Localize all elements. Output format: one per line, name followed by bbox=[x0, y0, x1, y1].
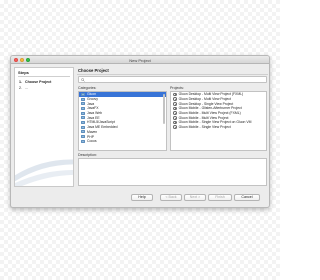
folder-icon bbox=[81, 111, 85, 115]
gluon-project-icon bbox=[173, 125, 177, 129]
folder-icon bbox=[81, 130, 85, 134]
folder-icon bbox=[81, 116, 85, 120]
gluon-project-icon bbox=[173, 115, 177, 120]
finish-button[interactable]: Finish bbox=[208, 194, 232, 201]
search-icon bbox=[81, 78, 85, 82]
project-label: Gluon Desktop - Multi View Project (FXML… bbox=[178, 92, 244, 97]
project-label: Gluon Mobile - Multi View Project bbox=[178, 115, 229, 120]
category-label: Gluon bbox=[87, 92, 97, 97]
gluon-project-icon bbox=[173, 120, 177, 125]
folder-icon bbox=[81, 102, 85, 106]
projects-label: Projects: bbox=[170, 86, 184, 90]
project-label: Gluon Mobile - Single View Project on Gl… bbox=[178, 120, 252, 125]
description-label: Description: bbox=[78, 153, 97, 157]
gluon-project-icon bbox=[173, 97, 177, 101]
step-item: 2. ... bbox=[15, 85, 73, 91]
category-label: JavaFX bbox=[87, 106, 99, 111]
page-title: Choose Project bbox=[78, 68, 109, 73]
search-field[interactable] bbox=[78, 76, 267, 83]
step-label: ... bbox=[25, 85, 28, 90]
project-item[interactable]: Gluon Mobile - Single View Project bbox=[171, 125, 266, 130]
steps-divider bbox=[18, 76, 70, 77]
gluon-project-icon bbox=[173, 92, 177, 97]
folder-icon bbox=[81, 120, 85, 124]
categories-label: Categories: bbox=[78, 86, 97, 90]
back-button[interactable]: < Back bbox=[160, 194, 182, 201]
category-label: Groovy bbox=[87, 97, 98, 102]
category-item-cocos[interactable]: Cocos bbox=[79, 139, 166, 144]
steps-panel: Steps 1. Choose Project 2. ... bbox=[14, 67, 74, 187]
step-label: Choose Project bbox=[25, 79, 52, 84]
category-label: HTML5/JavaScript bbox=[87, 120, 115, 125]
project-label: Gluon Mobile - Multi View Project (FXML) bbox=[178, 111, 241, 116]
steps-heading: Steps bbox=[18, 70, 29, 75]
projects-list[interactable]: Gluon Desktop - Multi View Project (FXML… bbox=[170, 91, 267, 151]
title-divider bbox=[77, 74, 268, 75]
project-label: Gluon Desktop - Single View Project bbox=[178, 101, 234, 106]
category-label: Java Web bbox=[87, 111, 103, 116]
categories-scrollbar[interactable] bbox=[163, 94, 165, 124]
category-label: Cocos bbox=[87, 139, 97, 144]
folder-icon bbox=[81, 106, 85, 110]
project-label: Gluon Desktop - Multi View Project bbox=[178, 97, 231, 102]
category-label: PHP bbox=[87, 134, 94, 139]
title-bar[interactable]: New Project bbox=[11, 56, 269, 64]
gluon-project-icon bbox=[173, 101, 177, 106]
main-panel: Choose Project Categories: Projects: Glu… bbox=[77, 67, 268, 187]
categories-list[interactable]: Gluon Groovy Java JavaFX Java Web Java E… bbox=[78, 91, 167, 151]
category-label: Java ME Embedded bbox=[87, 125, 118, 130]
new-project-dialog: New Project Steps 1. Choose Project 2. .… bbox=[10, 55, 270, 208]
folder-icon bbox=[81, 125, 85, 129]
category-label: Maven bbox=[87, 129, 98, 134]
help-button[interactable]: Help bbox=[131, 194, 153, 201]
search-input[interactable] bbox=[87, 77, 264, 82]
folder-icon bbox=[81, 92, 85, 96]
folder-icon bbox=[81, 97, 85, 101]
button-bar: Help < Back Next > Finish Cancel bbox=[11, 187, 269, 207]
description-box bbox=[78, 158, 267, 186]
category-label: Java EE bbox=[87, 115, 100, 120]
folder-icon bbox=[81, 135, 85, 139]
window-title: New Project bbox=[129, 57, 151, 63]
folder-icon bbox=[81, 139, 85, 143]
cancel-button[interactable]: Cancel bbox=[234, 194, 260, 201]
category-label: Java bbox=[87, 101, 95, 106]
gluon-project-icon bbox=[173, 111, 177, 115]
gluon-project-icon bbox=[173, 106, 177, 111]
decorative-swoosh-graphic bbox=[15, 159, 73, 186]
project-label: Gluon Mobile - Glisten-Afterburner Proje… bbox=[178, 106, 242, 111]
next-button[interactable]: Next > bbox=[184, 194, 206, 201]
project-label: Gluon Mobile - Single View Project bbox=[178, 125, 231, 130]
